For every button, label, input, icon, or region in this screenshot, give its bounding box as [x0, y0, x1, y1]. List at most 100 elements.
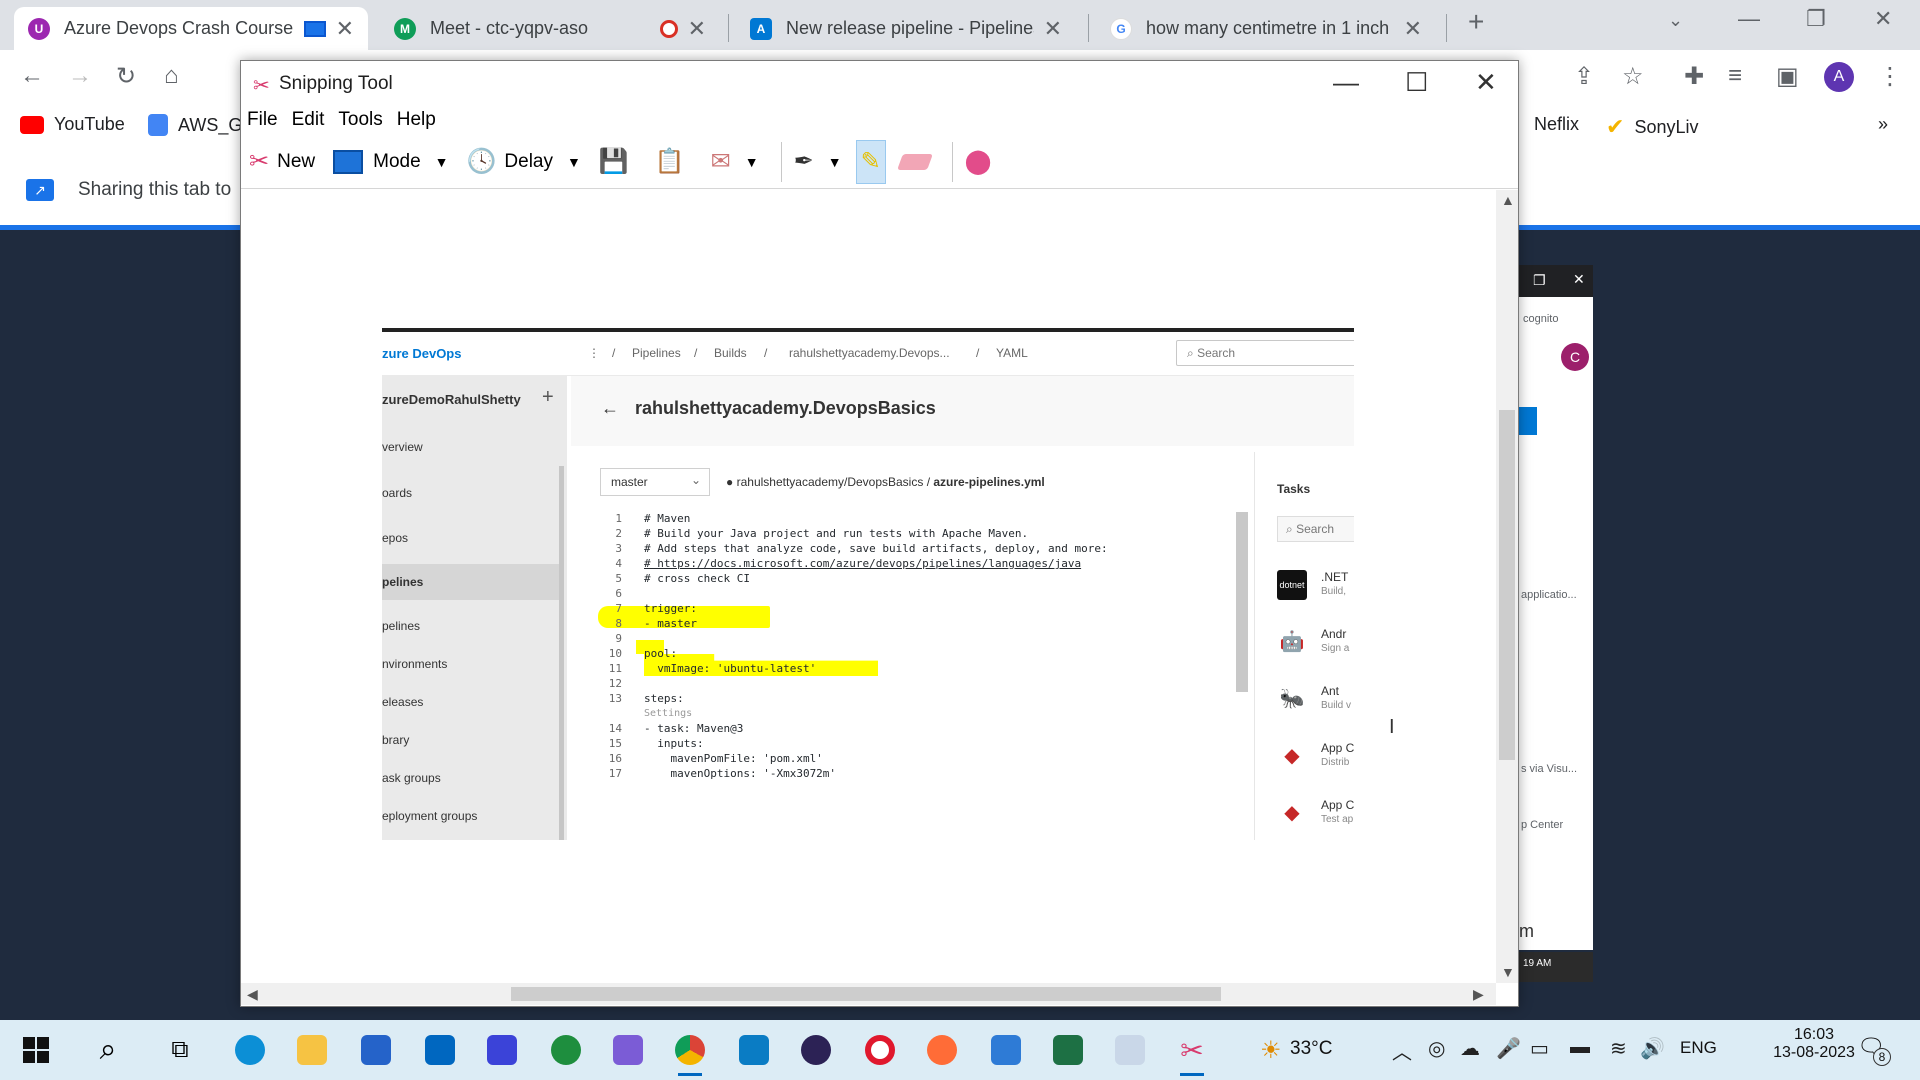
branch-name: master	[611, 475, 648, 489]
app-icon[interactable]	[608, 1030, 648, 1070]
file-explorer-icon[interactable]	[292, 1030, 332, 1070]
chrome-menu-icon[interactable]: ⋮	[1878, 62, 1902, 91]
wifi-icon[interactable]: ≋	[1610, 1036, 1627, 1061]
store-icon[interactable]	[356, 1030, 396, 1070]
minimize-button[interactable]: —	[1333, 67, 1359, 98]
extensions-puzzle-icon[interactable]: ✚	[1684, 62, 1704, 91]
tab-search-chevron-down-icon[interactable]: ⌄	[1668, 10, 1683, 31]
scissors-icon: ✂	[249, 148, 270, 175]
tab-title: how many centimetre in 1 inch -	[1146, 18, 1394, 38]
weather-temperature[interactable]: 33°C	[1290, 1038, 1332, 1060]
eraser-tool-button[interactable]	[896, 140, 934, 184]
reload-icon[interactable]: ↻	[116, 62, 136, 91]
chrome-icon[interactable]	[670, 1030, 710, 1076]
scroll-right-arrow-icon[interactable]: ▶	[1473, 986, 1484, 1003]
snipping-tool-taskbar-icon[interactable]: ✂	[1172, 1030, 1212, 1076]
opera-icon[interactable]	[860, 1030, 900, 1070]
copy-button[interactable]: 📋	[651, 140, 697, 184]
chevron-up-icon[interactable]: ︿	[1392, 1036, 1412, 1065]
minimize-button[interactable]: —	[1738, 6, 1760, 32]
postman-icon[interactable]	[922, 1030, 962, 1070]
chrome-logo	[675, 1035, 705, 1065]
scrollbar-thumb[interactable]	[1499, 410, 1515, 760]
display-icon[interactable]: ▭	[1530, 1036, 1549, 1061]
scroll-left-arrow-icon[interactable]: ◀	[247, 986, 258, 1003]
breadcrumb-sep: /	[694, 346, 698, 360]
horizontal-scrollbar[interactable]: ◀ ▶	[241, 983, 1496, 1005]
menu-file[interactable]: File	[247, 109, 278, 135]
forward-arrow-icon[interactable]: →	[68, 62, 92, 90]
sidebar-item-deployment-groups: eployment groups	[382, 809, 478, 823]
volume-icon[interactable]: 🔊	[1640, 1036, 1665, 1061]
notifications-button[interactable]: 🗨 8	[1857, 1034, 1891, 1066]
new-tab-button[interactable]: +	[1468, 6, 1484, 38]
whiteboard-icon[interactable]	[734, 1030, 774, 1070]
bookmark-star-icon[interactable]: ☆	[1622, 62, 1644, 91]
scrollbar-thumb[interactable]	[511, 987, 1221, 1001]
back-arrow-icon[interactable]: ←	[20, 62, 44, 90]
paint3d-button[interactable]: ⬤	[961, 140, 1004, 184]
tab-title: Azure Devops Crash Course	[64, 18, 294, 38]
bookmark-aws[interactable]: AWS_G	[148, 114, 242, 136]
paint-icon[interactable]	[1110, 1030, 1150, 1070]
media-control-icon[interactable]: ≡	[1728, 62, 1742, 90]
automate-logo	[487, 1035, 517, 1065]
search-icon[interactable]: ⌕	[88, 1030, 128, 1070]
screen-share-icon: ↗	[26, 179, 54, 201]
close-tab-icon[interactable]: ✕	[688, 16, 706, 42]
maximize-button[interactable]: ☐	[1405, 67, 1428, 98]
home-icon[interactable]: ⌂	[164, 62, 179, 90]
share-icon[interactable]: ⇪	[1574, 62, 1594, 91]
edge-icon[interactable]	[230, 1030, 270, 1070]
clock[interactable]: 16:03 13-08-2023	[1759, 1026, 1869, 1062]
eclipse-icon[interactable]	[796, 1030, 836, 1070]
tab-google-search[interactable]: G how many centimetre in 1 inch - ✕	[1096, 7, 1436, 50]
input-language[interactable]: ENG	[1680, 1038, 1717, 1058]
pen-tool-button[interactable]: ✒ ▼	[790, 140, 846, 184]
photos-icon[interactable]	[986, 1030, 1026, 1070]
scroll-down-arrow-icon[interactable]: ▼	[1501, 964, 1515, 980]
close-window-button[interactable]: ✕	[1874, 6, 1892, 32]
close-tab-icon[interactable]: ✕	[336, 16, 354, 42]
close-tab-icon[interactable]: ✕	[1404, 16, 1422, 42]
close-tab-icon[interactable]: ✕	[1044, 16, 1062, 42]
start-windows-icon[interactable]	[16, 1030, 56, 1070]
tab-meet[interactable]: M Meet - ctc-yqpv-aso ✕	[380, 7, 720, 50]
bookmark-sonyliv[interactable]: ✔ SonyLiv	[1606, 114, 1698, 140]
battery-icon[interactable]: ▬	[1570, 1036, 1590, 1059]
profile-avatar[interactable]: A	[1824, 62, 1854, 92]
github-icon: ●	[726, 475, 737, 489]
more-bookmarks-button[interactable]: »	[1878, 114, 1888, 135]
bookmark-netflix[interactable]: Neflix	[1534, 114, 1579, 135]
delay-dropdown[interactable]: 🕓 Delay ▼	[463, 140, 585, 184]
xbox-icon[interactable]	[546, 1030, 586, 1070]
tab-azure-devops-crash-course[interactable]: U Azure Devops Crash Course ✕	[14, 7, 368, 50]
shared-browser-strip: cognito C applicatio... s via Visu... p …	[1519, 265, 1593, 950]
scroll-up-arrow-icon[interactable]: ▲	[1501, 192, 1515, 208]
onedrive-cloud-icon[interactable]: ☁	[1460, 1036, 1480, 1061]
mail-icon[interactable]	[420, 1030, 460, 1070]
bookmark-youtube[interactable]: YouTube	[20, 114, 125, 135]
camera-icon[interactable]: ◎	[1428, 1036, 1445, 1061]
send-snip-button[interactable]: ✉ ▼	[707, 140, 763, 184]
weather-sun-icon[interactable]: ☀	[1260, 1036, 1282, 1065]
menu-help[interactable]: Help	[397, 109, 436, 135]
restore-button[interactable]: ❐	[1806, 6, 1826, 32]
azure-devops-favicon-icon: A	[750, 17, 772, 40]
task-view-icon[interactable]: ⧉	[160, 1030, 200, 1070]
new-snip-button[interactable]: ✂ New	[245, 140, 319, 184]
save-snip-button[interactable]: 💾	[595, 140, 641, 184]
snippet-text: s via Visu...	[1521, 763, 1578, 775]
highlighter-tool-button[interactable]: ✎	[855, 139, 886, 184]
menu-tools[interactable]: Tools	[338, 109, 382, 135]
side-panel-icon[interactable]: ▣	[1776, 62, 1799, 91]
microphone-icon[interactable]: 🎤	[1496, 1036, 1521, 1061]
close-button[interactable]: ✕	[1475, 67, 1497, 98]
menu-edit[interactable]: Edit	[292, 109, 325, 135]
power-automate-icon[interactable]	[482, 1030, 522, 1070]
mode-dropdown[interactable]: Mode ▼	[329, 140, 452, 184]
vertical-scrollbar[interactable]: ▲ ▼	[1496, 190, 1518, 983]
line-number: 13	[608, 692, 622, 705]
excel-icon[interactable]	[1048, 1030, 1088, 1070]
tab-new-release-pipeline[interactable]: A New release pipeline - Pipelines ✕	[736, 7, 1076, 50]
